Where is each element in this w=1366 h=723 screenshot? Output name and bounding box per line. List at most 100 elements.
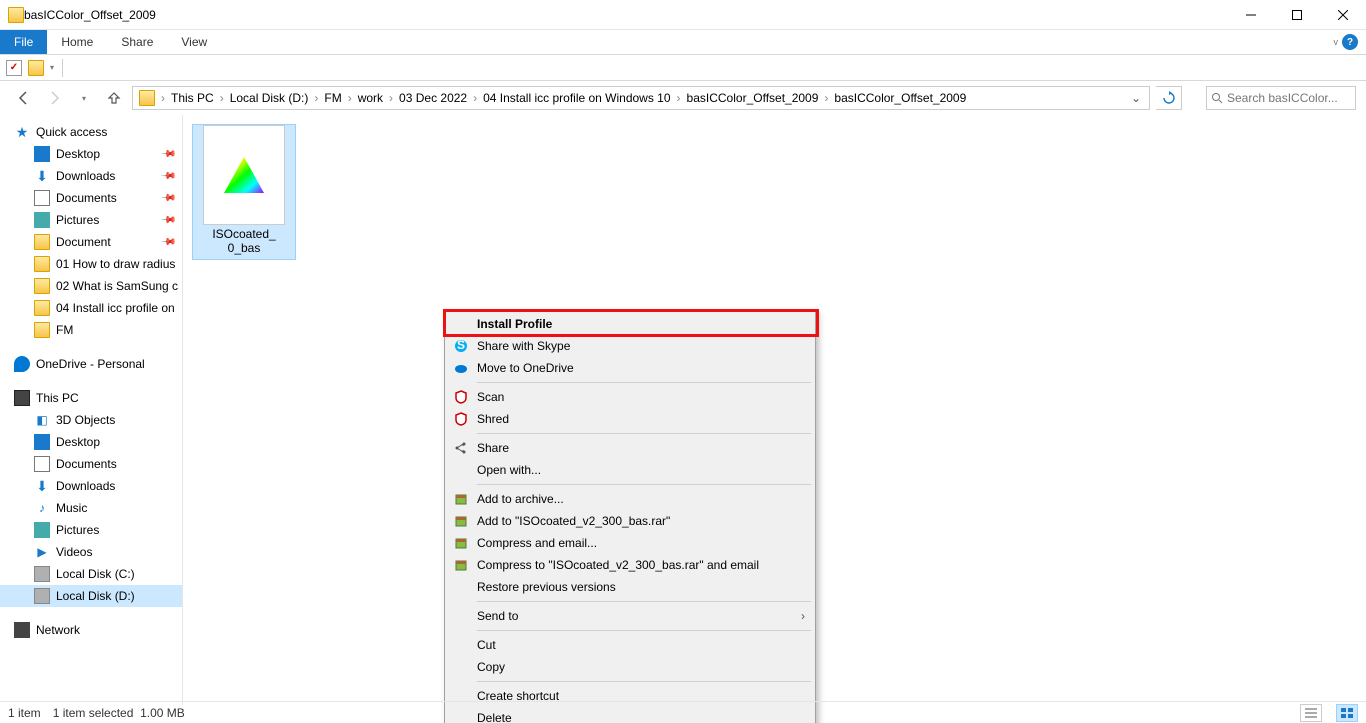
menu-share-skype[interactable]: SShare with Skype: [447, 335, 813, 357]
help-button[interactable]: ?: [1342, 34, 1358, 50]
sidebar-item-folder[interactable]: 02 What is SamSung c: [0, 275, 182, 297]
folder-icon: [34, 234, 50, 250]
pin-icon: 📌: [159, 190, 176, 207]
sidebar-item-desktop[interactable]: Desktop: [0, 431, 182, 453]
menu-add-archive[interactable]: Add to archive...: [447, 488, 813, 510]
chevron-right-icon[interactable]: ›: [387, 91, 395, 105]
sidebar-item-label: Documents: [56, 457, 117, 471]
menu-install-profile[interactable]: Install Profile: [447, 313, 813, 335]
menu-add-rar[interactable]: Add to "ISOcoated_v2_300_bas.rar": [447, 510, 813, 532]
tab-view[interactable]: View: [167, 30, 221, 54]
breadcrumb-segment[interactable]: work: [354, 91, 387, 105]
menu-compress-email[interactable]: Compress and email...: [447, 532, 813, 554]
sidebar-item-documents[interactable]: Documents: [0, 453, 182, 475]
sidebar-item-folder[interactable]: 01 How to draw radius: [0, 253, 182, 275]
pin-icon: 📌: [159, 146, 176, 163]
sidebar-item-videos[interactable]: ▶Videos: [0, 541, 182, 563]
qat-dropdown-icon[interactable]: ▾: [50, 63, 54, 72]
sidebar-item-document[interactable]: Document📌: [0, 231, 182, 253]
breadcrumb-segment[interactable]: 04 Install icc profile on Windows 10: [479, 91, 674, 105]
sidebar-item-label: 01 How to draw radius: [56, 257, 175, 271]
chevron-right-icon[interactable]: ›: [822, 91, 830, 105]
menu-compress-rar-email[interactable]: Compress to "ISOcoated_v2_300_bas.rar" a…: [447, 554, 813, 576]
folder-icon: [8, 7, 24, 23]
chevron-right-icon[interactable]: ›: [159, 91, 167, 105]
sidebar-item-downloads[interactable]: ⬇Downloads: [0, 475, 182, 497]
file-item-icc-profile[interactable]: ISOcoated_0_bas: [193, 125, 295, 259]
search-icon: [1211, 92, 1223, 104]
maximize-button[interactable]: [1274, 0, 1320, 30]
tab-share[interactable]: Share: [107, 30, 167, 54]
refresh-button[interactable]: [1156, 86, 1182, 110]
tab-file[interactable]: File: [0, 30, 47, 54]
menu-copy[interactable]: Copy: [447, 656, 813, 678]
sidebar-quick-access[interactable]: ★ Quick access: [0, 121, 182, 143]
nav-recent-dropdown[interactable]: ▾: [72, 86, 96, 110]
document-icon: [34, 190, 50, 206]
menu-scan[interactable]: Scan: [447, 386, 813, 408]
shield-icon: [453, 389, 469, 405]
chevron-right-icon[interactable]: ›: [218, 91, 226, 105]
winrar-icon: [453, 535, 469, 551]
close-button[interactable]: [1320, 0, 1366, 30]
content-pane[interactable]: ISOcoated_0_bas Install Profile SShare w…: [183, 115, 1366, 705]
nav-forward-button[interactable]: [42, 86, 66, 110]
breadcrumb-segment[interactable]: basICColor_Offset_2009: [683, 91, 823, 105]
menu-shred[interactable]: Shred: [447, 408, 813, 430]
sidebar-item-3d-objects[interactable]: ◧3D Objects: [0, 409, 182, 431]
chevron-right-icon[interactable]: ›: [346, 91, 354, 105]
chevron-right-icon[interactable]: ›: [675, 91, 683, 105]
sidebar-item-music[interactable]: ♪Music: [0, 497, 182, 519]
breadcrumb-segment[interactable]: Local Disk (D:): [226, 91, 313, 105]
menu-send-to[interactable]: Send to›: [447, 605, 813, 627]
sidebar-item-label: Pictures: [56, 213, 99, 227]
breadcrumb-folder-icon: [139, 90, 155, 106]
menu-share[interactable]: Share: [447, 437, 813, 459]
minimize-button[interactable]: [1228, 0, 1274, 30]
nav-back-button[interactable]: [12, 86, 36, 110]
new-folder-qat-icon[interactable]: [28, 60, 44, 76]
properties-qat-icon[interactable]: ✓: [6, 60, 22, 76]
chevron-right-icon[interactable]: ›: [471, 91, 479, 105]
sidebar-item-label: Downloads: [56, 479, 115, 493]
sidebar-item-pictures[interactable]: Pictures📌: [0, 209, 182, 231]
sidebar-onedrive[interactable]: OneDrive - Personal: [0, 353, 182, 375]
sidebar-item-folder[interactable]: FM: [0, 319, 182, 341]
breadcrumb[interactable]: › This PC › Local Disk (D:) › FM › work …: [132, 86, 1150, 110]
chevron-right-icon[interactable]: ›: [312, 91, 320, 105]
sidebar-item-pictures[interactable]: Pictures: [0, 519, 182, 541]
sidebar-item-folder[interactable]: 04 Install icc profile on: [0, 297, 182, 319]
menu-cut[interactable]: Cut: [447, 634, 813, 656]
sidebar-item-drive-d[interactable]: Local Disk (D:): [0, 585, 182, 607]
ribbon-expand-icon[interactable]: v: [1334, 37, 1339, 47]
menu-restore-versions[interactable]: Restore previous versions: [447, 576, 813, 598]
sidebar-item-documents[interactable]: Documents📌: [0, 187, 182, 209]
pin-icon: 📌: [159, 234, 176, 251]
desktop-icon: [34, 146, 50, 162]
search-input[interactable]: Search basICColor...: [1206, 86, 1356, 110]
sidebar-this-pc[interactable]: This PC: [0, 387, 182, 409]
nav-up-button[interactable]: [102, 86, 126, 110]
menu-move-onedrive[interactable]: Move to OneDrive: [447, 357, 813, 379]
breadcrumb-segment[interactable]: basICColor_Offset_2009: [830, 91, 970, 105]
view-details-button[interactable]: [1300, 704, 1322, 722]
sidebar-label: This PC: [36, 391, 79, 405]
sidebar-item-downloads[interactable]: ⬇Downloads📌: [0, 165, 182, 187]
sidebar-item-desktop[interactable]: Desktop📌: [0, 143, 182, 165]
sidebar-item-label: 02 What is SamSung c: [56, 279, 178, 293]
tab-home[interactable]: Home: [47, 30, 107, 54]
breadcrumb-segment[interactable]: 03 Dec 2022: [395, 91, 471, 105]
breadcrumb-segment[interactable]: FM: [320, 91, 345, 105]
menu-open-with[interactable]: Open with...: [447, 459, 813, 481]
breadcrumb-segment[interactable]: This PC: [167, 91, 218, 105]
context-menu: Install Profile SShare with Skype Move t…: [444, 310, 816, 723]
menu-label: Compress to "ISOcoated_v2_300_bas.rar" a…: [477, 558, 759, 572]
sidebar-network[interactable]: Network: [0, 619, 182, 641]
menu-label: Scan: [477, 390, 504, 404]
folder-icon: [34, 300, 50, 316]
view-icons-button[interactable]: [1336, 704, 1358, 722]
svg-text:S: S: [457, 339, 465, 352]
sidebar-item-drive-c[interactable]: Local Disk (C:): [0, 563, 182, 585]
breadcrumb-dropdown-icon[interactable]: ⌄: [1125, 91, 1147, 105]
folder-icon: [34, 322, 50, 338]
